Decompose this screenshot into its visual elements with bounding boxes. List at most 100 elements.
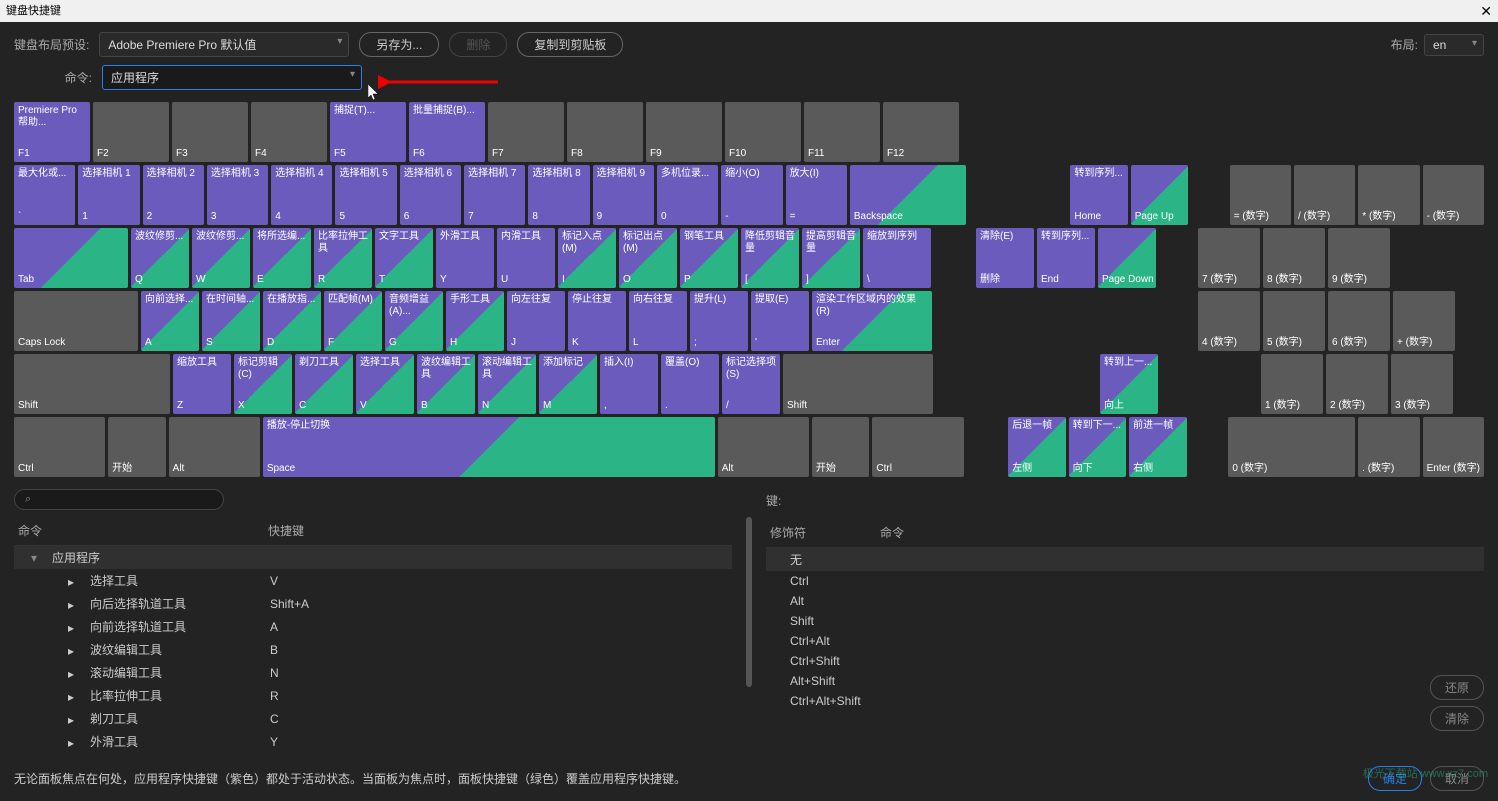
modifier-row[interactable]: Ctrl+Shift — [766, 651, 1484, 671]
key-[interactable]: 前进一帧右侧 — [1129, 417, 1186, 477]
scrollbar[interactable] — [746, 517, 752, 687]
key-[interactable]: / (数字) — [1294, 165, 1355, 225]
key-r[interactable]: 比率拉伸工具R — [314, 228, 372, 288]
key-f9[interactable]: F9 — [646, 102, 722, 162]
key-pagedown[interactable]: Page Down — [1098, 228, 1156, 288]
key-3[interactable]: 3 (数字) — [1391, 354, 1453, 414]
key-[interactable]: 标记选择项(S)/ — [722, 354, 780, 414]
key-end[interactable]: 转到序列...End — [1037, 228, 1095, 288]
key-[interactable]: 降低剪辑音量[ — [741, 228, 799, 288]
command-row[interactable]: ▸比率拉伸工具R — [14, 684, 732, 707]
key-w[interactable]: 波纹修剪...W — [192, 228, 250, 288]
key-home[interactable]: 转到序列...Home — [1070, 165, 1127, 225]
key-tab[interactable]: Tab — [14, 228, 128, 288]
modifier-row[interactable]: Shift — [766, 611, 1484, 631]
key-alt[interactable]: Alt — [718, 417, 809, 477]
key-ctrl[interactable]: Ctrl — [872, 417, 963, 477]
key-u[interactable]: 内滑工具U — [497, 228, 555, 288]
modifier-row[interactable]: 无 — [766, 548, 1484, 571]
command-row[interactable]: ▸向后选择轨道工具Shift+A — [14, 592, 732, 615]
modifier-row[interactable]: Alt+Shift — [766, 671, 1484, 691]
key-[interactable]: 清除(E)删除 — [976, 228, 1034, 288]
key-8[interactable]: 8 (数字) — [1263, 228, 1325, 288]
key-[interactable]: 提取(E)' — [751, 291, 809, 351]
preset-dropdown[interactable]: Adobe Premiere Pro 默认值 — [99, 32, 349, 57]
key-[interactable]: * (数字) — [1358, 165, 1419, 225]
key-j[interactable]: 向左往复J — [507, 291, 565, 351]
command-row[interactable]: ▸外滑工具Y — [14, 730, 732, 753]
key-e[interactable]: 将所选编...E — [253, 228, 311, 288]
key-4[interactable]: 4 (数字) — [1198, 291, 1260, 351]
key-c[interactable]: 剃刀工具C — [295, 354, 353, 414]
key-[interactable]: 缩小(O)- — [721, 165, 782, 225]
clear-button[interactable]: 清除 — [1430, 706, 1484, 731]
key-space[interactable]: 播放-停止切换Space — [263, 417, 715, 477]
key-f[interactable]: 匹配帧(M)F — [324, 291, 382, 351]
key-f3[interactable]: F3 — [172, 102, 248, 162]
undo-button[interactable]: 还原 — [1430, 675, 1484, 700]
key-[interactable]: 转到上一...向上 — [1100, 354, 1158, 414]
key-[interactable]: + (数字) — [1393, 291, 1455, 351]
key-f7[interactable]: F7 — [488, 102, 564, 162]
key-[interactable]: 开始 — [812, 417, 869, 477]
key-f4[interactable]: F4 — [251, 102, 327, 162]
key-2[interactable]: 2 (数字) — [1326, 354, 1388, 414]
key-[interactable]: 转到下一...向下 — [1069, 417, 1126, 477]
key-s[interactable]: 在时间轴...S — [202, 291, 260, 351]
key-g[interactable]: 音频增益(A)...G — [385, 291, 443, 351]
key-f8[interactable]: F8 — [567, 102, 643, 162]
key-alt[interactable]: Alt — [169, 417, 260, 477]
command-row[interactable]: ▸波纹编辑工具B — [14, 638, 732, 661]
key-9[interactable]: 9 (数字) — [1328, 228, 1390, 288]
key-backspace[interactable]: Backspace — [850, 165, 966, 225]
command-row[interactable]: ▸选择工具V — [14, 569, 732, 592]
key-[interactable]: 提高剪辑音量] — [802, 228, 860, 288]
key-d[interactable]: 在播放指...D — [263, 291, 321, 351]
key-8[interactable]: 选择相机 88 — [528, 165, 589, 225]
key-f10[interactable]: F10 — [725, 102, 801, 162]
key-1[interactable]: 1 (数字) — [1261, 354, 1323, 414]
key-[interactable]: 后退一帧左侧 — [1008, 417, 1065, 477]
key-t[interactable]: 文字工具T — [375, 228, 433, 288]
save-as-button[interactable]: 另存为... — [359, 32, 439, 57]
key-o[interactable]: 标记出点(M)O — [619, 228, 677, 288]
key-f1[interactable]: Premiere Pro 帮助...F1 — [14, 102, 90, 162]
key-k[interactable]: 停止往复K — [568, 291, 626, 351]
command-dropdown[interactable]: 应用程序 — [102, 65, 362, 90]
key-2[interactable]: 选择相机 22 — [143, 165, 204, 225]
layout-dropdown[interactable]: en — [1424, 34, 1484, 56]
key-[interactable]: 放大(I)= — [786, 165, 847, 225]
key-[interactable]: 插入(I), — [600, 354, 658, 414]
key-pageup[interactable]: Page Up — [1131, 165, 1188, 225]
delete-button[interactable]: 删除 — [449, 32, 507, 57]
key-0[interactable]: 多机位录...0 — [657, 165, 718, 225]
cancel-button[interactable]: 取消 — [1430, 766, 1484, 791]
key-i[interactable]: 标记入点(M)I — [558, 228, 616, 288]
command-row[interactable]: ▸剃刀工具C — [14, 707, 732, 730]
key-4[interactable]: 选择相机 44 — [271, 165, 332, 225]
key-5[interactable]: 5 (数字) — [1263, 291, 1325, 351]
key-q[interactable]: 波纹修剪...Q — [131, 228, 189, 288]
key-f2[interactable]: F2 — [93, 102, 169, 162]
key-[interactable]: 覆盖(O). — [661, 354, 719, 414]
copy-clipboard-button[interactable]: 复制到剪贴板 — [517, 32, 623, 57]
key-f11[interactable]: F11 — [804, 102, 880, 162]
key-6[interactable]: 选择相机 66 — [400, 165, 461, 225]
key-[interactable]: 提升(L); — [690, 291, 748, 351]
key-z[interactable]: 缩放工具Z — [173, 354, 231, 414]
key-n[interactable]: 滚动编辑工具N — [478, 354, 536, 414]
key-6[interactable]: 6 (数字) — [1328, 291, 1390, 351]
key-enter[interactable]: 渲染工作区域内的效果(R)Enter — [812, 291, 932, 351]
key-shift[interactable]: Shift — [14, 354, 170, 414]
key-[interactable]: 缩放到序列\ — [863, 228, 931, 288]
modifier-row[interactable]: Ctrl+Alt+Shift — [766, 691, 1484, 711]
key-ctrl[interactable]: Ctrl — [14, 417, 105, 477]
ok-button[interactable]: 确定 — [1368, 766, 1422, 791]
key-a[interactable]: 向前选择...A — [141, 291, 199, 351]
key-y[interactable]: 外滑工具Y — [436, 228, 494, 288]
key-1[interactable]: 选择相机 11 — [78, 165, 139, 225]
key-f6[interactable]: 批量捕捉(B)...F6 — [409, 102, 485, 162]
key-9[interactable]: 选择相机 99 — [593, 165, 654, 225]
key-[interactable]: - (数字) — [1423, 165, 1484, 225]
key-5[interactable]: 选择相机 55 — [335, 165, 396, 225]
